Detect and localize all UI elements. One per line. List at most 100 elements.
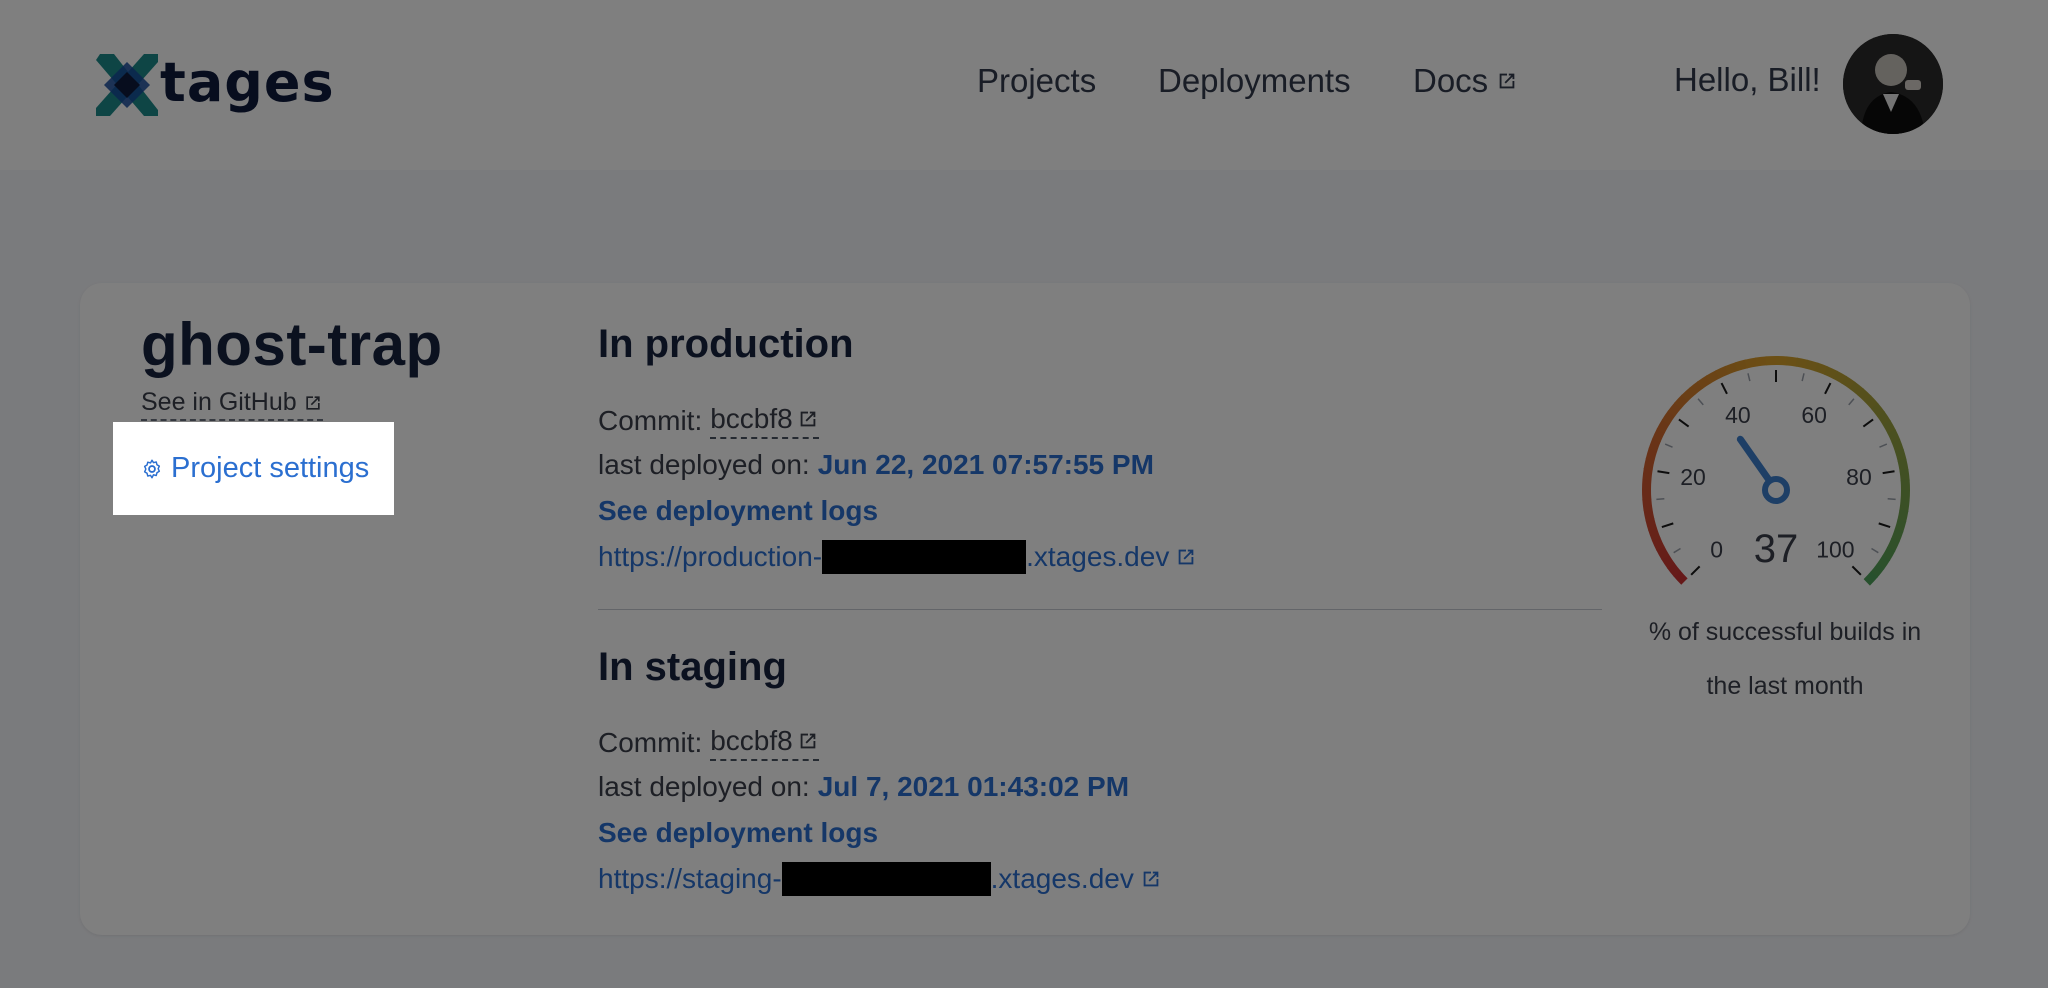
gauge-arc-segment xyxy=(1823,366,1838,380)
external-link-icon xyxy=(305,395,320,410)
production-deployed-row: last deployed on: Jun 22, 2021 07:57:55 … xyxy=(598,449,1154,481)
staging-commit-row: Commit: bccbf8 xyxy=(598,725,819,761)
gauge-major-tick xyxy=(1678,418,1690,428)
project-settings-label: Project settings xyxy=(171,452,370,484)
gauge-arc-segment xyxy=(1724,362,1739,375)
nav-docs-link[interactable]: Docs xyxy=(1413,62,1518,100)
staging-url-link[interactable]: https://staging- .xtages.dev xyxy=(598,862,1162,896)
deployed-label: last deployed on: xyxy=(598,449,810,480)
production-commit-link[interactable]: bccbf8 xyxy=(710,403,819,439)
gauge-arc-segment xyxy=(1857,388,1872,403)
gauge-arc-segment xyxy=(1886,537,1900,552)
gauge-arc-segment xyxy=(1897,458,1909,472)
gauge-arc-segment xyxy=(1876,555,1891,570)
success-rate-gauge: 0 20 40 60 80 100 37 xyxy=(1642,356,1910,586)
gauge-arc-segment xyxy=(1863,571,1878,586)
commit-hash: bccbf8 xyxy=(710,725,793,756)
gauge-arc-segment xyxy=(1673,570,1688,585)
logo-text: tages xyxy=(160,50,335,114)
staging-deployed-date: Jul 7, 2021 01:43:02 PM xyxy=(817,771,1130,802)
github-link[interactable]: See in GitHub xyxy=(141,388,323,421)
nav-deployments-label: Deployments xyxy=(1158,62,1351,99)
gauge-arc-segment xyxy=(1652,428,1666,443)
gauge-major-tick xyxy=(1824,382,1832,395)
gauge-arc-segment xyxy=(1899,469,1910,482)
commit-label: Commit: xyxy=(598,405,703,436)
x-logo-icon xyxy=(96,54,158,116)
gauge-minor-tick xyxy=(1801,373,1805,382)
production-url-link[interactable]: https://production- .xtages.dev xyxy=(598,540,1197,574)
gauge-tick-label: 60 xyxy=(1801,402,1827,428)
user-greeting: Hello, Bill! xyxy=(1674,61,1821,98)
url-prefix: https://production- xyxy=(598,541,823,572)
gauge-arc-segment xyxy=(1688,380,1704,395)
external-link-icon xyxy=(1178,549,1194,565)
project-name: ghost-trap xyxy=(141,311,443,378)
gauge-arc-segment xyxy=(1674,394,1689,409)
gauge-arc-segment xyxy=(1667,402,1682,417)
gauge-minor-tick xyxy=(1848,398,1855,406)
navbar: tages Projects Deployments Docs Hello, B… xyxy=(0,0,2048,170)
gauge-arc-segment xyxy=(1897,509,1909,523)
deployed-label: last deployed on: xyxy=(598,771,810,802)
gauge-arc-segment xyxy=(1877,411,1891,426)
gauge-hub xyxy=(1762,476,1790,504)
gauge-major-tick xyxy=(1878,522,1891,529)
staging-logs-link[interactable]: See deployment logs xyxy=(598,817,878,849)
gauge-arc-segment xyxy=(1864,395,1879,410)
gauge-arc-segment xyxy=(1661,410,1676,425)
gear-icon xyxy=(143,459,161,478)
url-suffix: .xtages.dev xyxy=(1026,541,1170,572)
gauge-minor-tick xyxy=(1673,547,1681,554)
nav-deployments-link[interactable]: Deployments xyxy=(1158,62,1351,100)
xtages-logo[interactable]: tages xyxy=(92,50,335,120)
gauge-arc-segment xyxy=(1645,518,1658,532)
gauge-arc-segment xyxy=(1744,357,1758,369)
gauge-tick-label: 100 xyxy=(1816,536,1854,562)
nav-projects-label: Projects xyxy=(977,62,1097,99)
gauge-tick-label: 80 xyxy=(1846,464,1872,490)
gauge-major-tick xyxy=(1851,565,1862,576)
gauge-arc-segment xyxy=(1870,563,1885,578)
production-title: In production xyxy=(598,322,854,366)
commit-label: Commit: xyxy=(598,727,703,758)
gauge-arc-segment xyxy=(1656,545,1670,561)
gauge-arc-segment xyxy=(1642,498,1653,511)
gauge-major-tick xyxy=(1690,565,1701,576)
gauge-arc-segment xyxy=(1734,359,1748,372)
gauge-tick-label: 40 xyxy=(1725,402,1751,428)
gauge-minor-tick xyxy=(1879,443,1888,448)
redacted-block xyxy=(781,862,991,896)
production-commit-row: Commit: bccbf8 xyxy=(598,403,819,439)
project-settings-button[interactable]: Project settings xyxy=(113,422,394,515)
section-divider xyxy=(598,609,1602,610)
gauge-arc-segment xyxy=(1849,381,1864,396)
gauge-tick-label: 0 xyxy=(1710,536,1723,562)
gauge-minor-tick xyxy=(1887,498,1896,501)
gauge-arc-segment xyxy=(1697,375,1712,389)
gauge-arc-segment xyxy=(1656,418,1671,434)
gauge-arc-segment xyxy=(1887,429,1901,444)
gauge-arc-segment xyxy=(1648,437,1661,452)
gauge-major-tick xyxy=(1862,418,1874,428)
gauge-arc-segment xyxy=(1894,519,1907,533)
gauge-arc-segment xyxy=(1643,508,1655,522)
staging-commit-link[interactable]: bccbf8 xyxy=(710,725,819,761)
staging-deployed-row: last deployed on: Jul 7, 2021 01:43:02 P… xyxy=(598,771,1129,803)
gauge-tick-label: 20 xyxy=(1680,464,1706,490)
github-link-label: See in GitHub xyxy=(141,388,297,416)
gauge-arc-segment xyxy=(1894,448,1907,462)
gauge-arc-segment xyxy=(1645,447,1658,461)
staging-title: In staging xyxy=(598,645,787,689)
user-avatar[interactable] xyxy=(1843,34,1943,134)
gauge-arc-segment xyxy=(1785,356,1799,367)
nav-projects-link[interactable]: Projects xyxy=(977,62,1096,100)
external-link-icon xyxy=(1499,73,1515,89)
gauge-arc-segment xyxy=(1715,365,1730,379)
gauge-arc-segment xyxy=(1705,370,1721,384)
gauge-minor-tick xyxy=(1747,373,1751,382)
gauge-minor-tick xyxy=(1656,498,1665,501)
gauge-arc-segment xyxy=(1651,536,1665,551)
nav-docs-label: Docs xyxy=(1413,62,1489,99)
production-logs-link[interactable]: See deployment logs xyxy=(598,495,878,527)
